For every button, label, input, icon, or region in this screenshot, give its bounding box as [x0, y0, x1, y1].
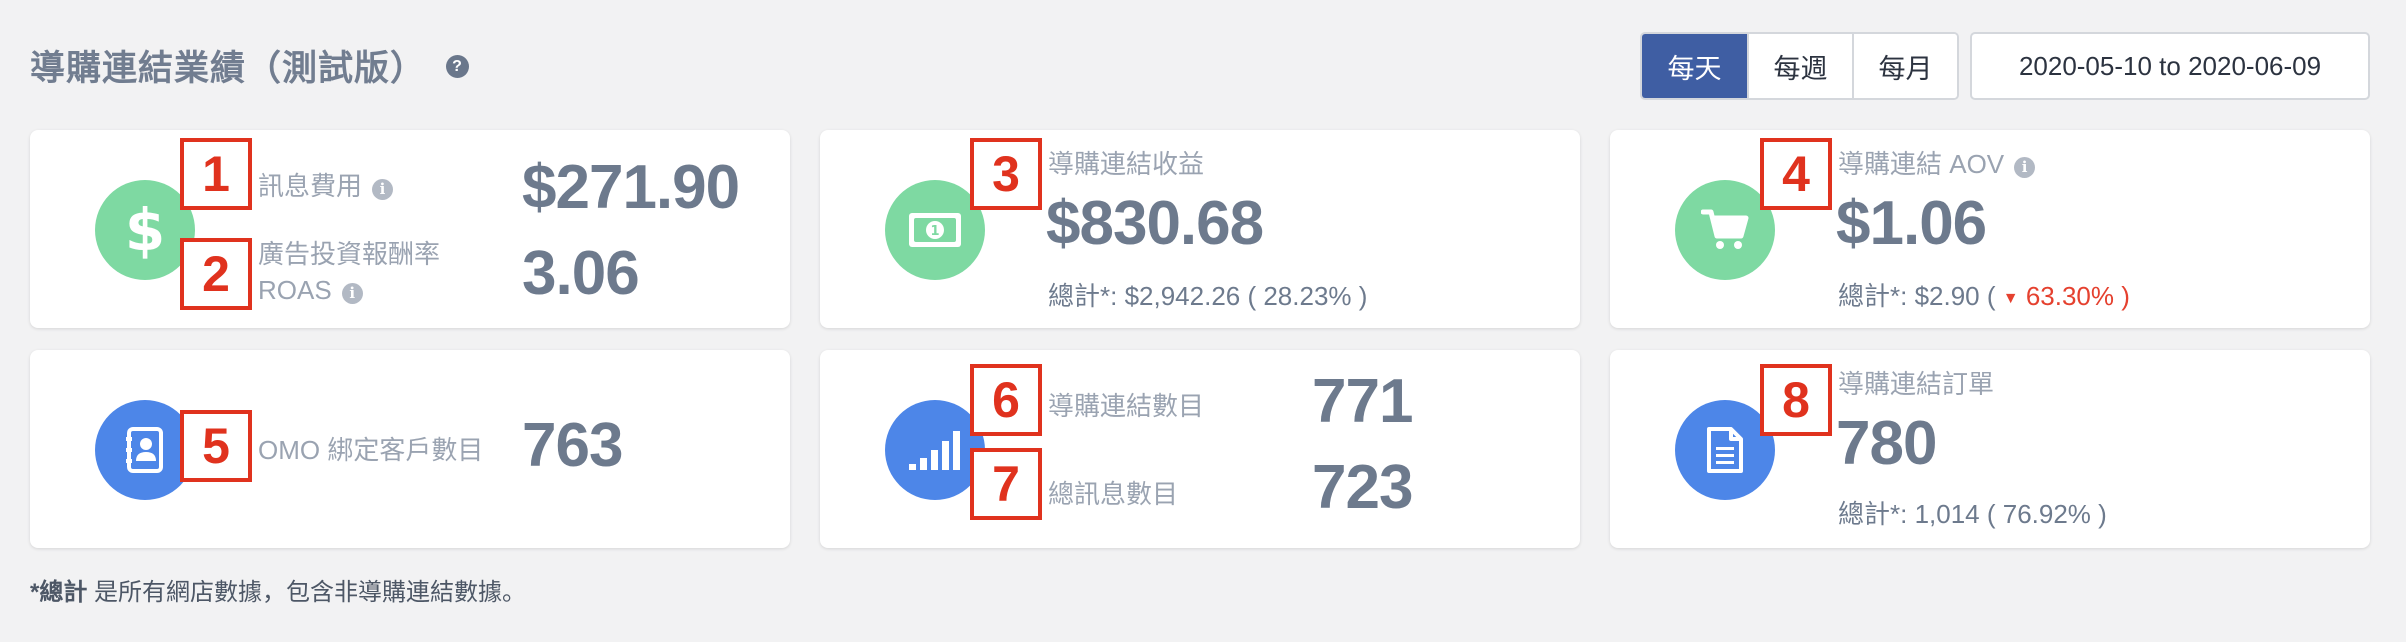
card-link-aov: 4 導購連結 AOV i $1.06 總計*: $2.90 ( ▼ 63.30% …: [1610, 130, 2370, 328]
page-title-text: 導購連結業績（測試版）: [30, 49, 427, 88]
period-toggle: 每天 每週 每月: [1640, 32, 1959, 100]
card-message-cost: $ 1 2 訊息費用 i $271.90 廣告投資報酬率 ROAS i 3.06: [30, 130, 790, 328]
roas-label: ROAS i: [258, 272, 363, 308]
card-link-revenue: 1 3 導購連結收益 $830.68 總計*: $2,942.26 ( 28.2…: [820, 130, 1580, 328]
message-cost-label: 訊息費用 i: [258, 168, 394, 204]
link-count-value: 771: [1312, 367, 1413, 436]
page-title: 導購連結業績（測試版） ?: [30, 40, 470, 91]
period-daily-button[interactable]: 每天: [1642, 34, 1747, 98]
link-revenue-value: $830.68: [1046, 189, 1264, 258]
date-range-picker[interactable]: 2020-05-10 to 2020-06-09: [1970, 32, 2370, 100]
link-revenue-label: 導購連結收益: [1048, 149, 1205, 179]
roas-label-text: ROAS: [258, 275, 332, 305]
link-aov-total-text: 總計*: $2.90 (: [1838, 281, 1996, 311]
message-count-value: 723: [1312, 453, 1413, 522]
help-icon[interactable]: ?: [446, 55, 470, 78]
annotation-badge-2: 2: [180, 238, 252, 310]
message-cost-label-text: 訊息費用: [258, 171, 363, 201]
card-link-orders: 8 導購連結訂單 780 總計*: 1,014 ( 76.92% ): [1610, 350, 2370, 548]
dashboard: 導購連結業績（測試版） ? 每天 每週 每月 2020-05-10 to 202…: [0, 0, 2406, 642]
annotation-badge-4: 4: [1760, 138, 1832, 210]
period-monthly-button[interactable]: 每月: [1852, 34, 1957, 98]
link-orders-value: 780: [1836, 409, 1937, 478]
footnote-bold: *總計: [30, 579, 88, 606]
message-count-label: 總訊息數目: [1048, 479, 1179, 509]
annotation-badge-3: 3: [970, 138, 1042, 210]
link-revenue-total: 總計*: $2,942.26 ( 28.23% ): [1048, 281, 1368, 311]
roas-label-line1: 廣告投資報酬率: [258, 239, 441, 269]
period-weekly-button[interactable]: 每週: [1747, 34, 1852, 98]
footnote-text: 是所有網店數據，包含非導購連結數據。: [87, 579, 527, 606]
annotation-badge-1: 1: [180, 138, 252, 210]
roas-value: 3.06: [522, 239, 640, 308]
annotation-badge-5: 5: [180, 410, 252, 482]
link-aov-label-text: 導購連結 AOV: [1838, 149, 2005, 179]
annotation-badge-7: 7: [970, 448, 1042, 520]
omo-customers-value: 763: [522, 411, 623, 480]
omo-customers-label: OMO 綁定客戶數目: [258, 435, 484, 465]
card-omo-customers: 5 OMO 綁定客戶數目 763: [30, 350, 790, 548]
link-orders-label: 導購連結訂單: [1838, 369, 1995, 399]
svg-text:1: 1: [930, 224, 939, 239]
message-cost-value: $271.90: [522, 153, 740, 222]
info-icon[interactable]: i: [2014, 156, 2036, 178]
card-link-counts: 6 7 導購連結數目 771 總訊息數目 723: [820, 350, 1580, 548]
info-icon[interactable]: i: [372, 178, 394, 200]
caret-down-icon: ▼: [2002, 290, 2019, 307]
link-orders-total: 總計*: 1,014 ( 76.92% ): [1838, 499, 2107, 529]
link-aov-change: 63.30% ): [2025, 281, 2130, 311]
info-icon[interactable]: i: [341, 282, 363, 304]
annotation-badge-6: 6: [970, 364, 1042, 436]
link-aov-total: 總計*: $2.90 ( ▼ 63.30% ): [1838, 276, 2130, 313]
annotation-badge-8: 8: [1760, 364, 1832, 436]
footnote: *總計 是所有網店數據，包含非導購連結數據。: [30, 572, 526, 607]
link-count-label: 導購連結數目: [1048, 391, 1205, 421]
link-aov-label: 導購連結 AOV i: [1838, 146, 2036, 182]
link-aov-value: $1.06: [1836, 189, 1987, 258]
